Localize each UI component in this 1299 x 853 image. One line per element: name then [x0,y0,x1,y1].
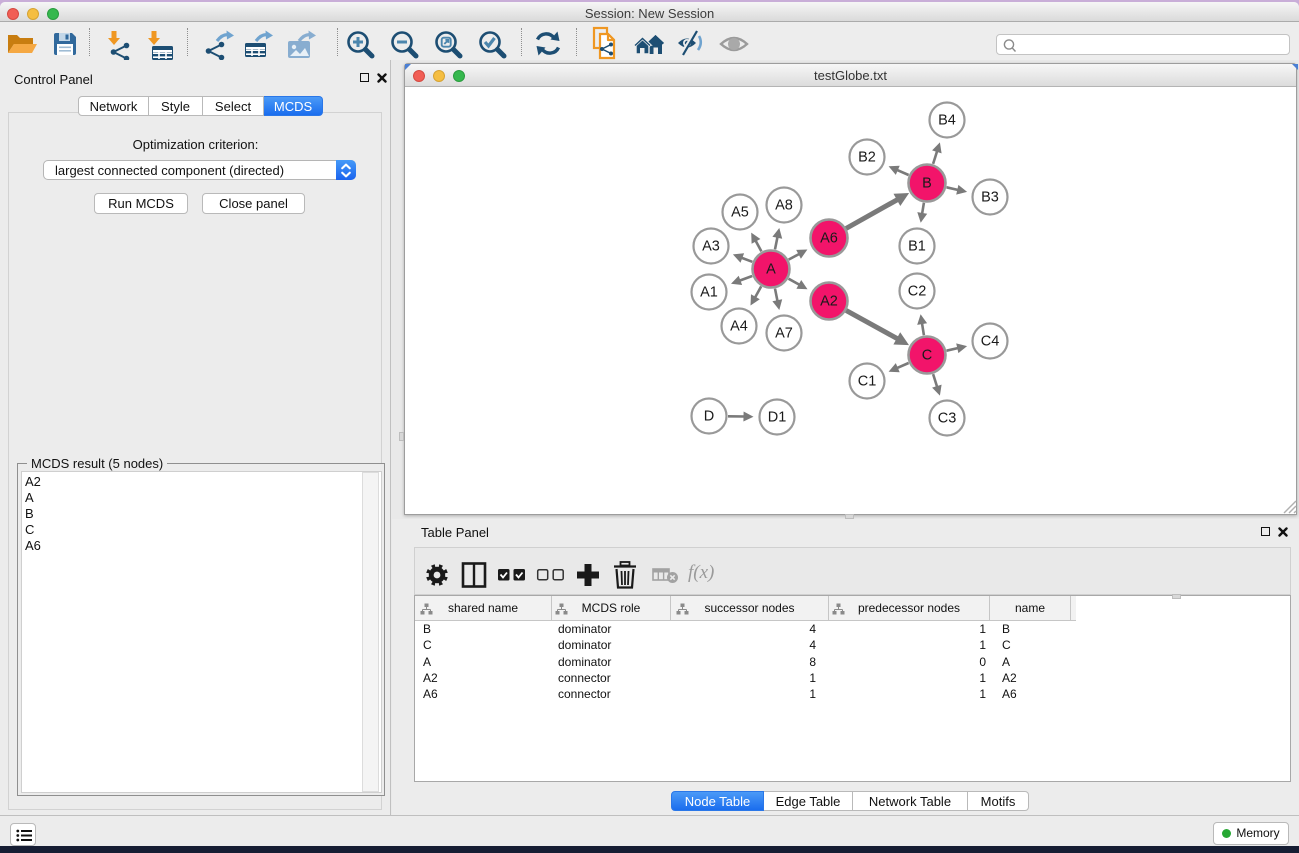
svg-text:A2: A2 [820,294,838,310]
svg-text:B1: B1 [908,239,926,255]
svg-text:A6: A6 [820,231,838,247]
svg-text:B2: B2 [858,150,876,166]
svg-text:D1: D1 [768,410,787,426]
svg-text:A3: A3 [702,239,720,255]
svg-text:B4: B4 [938,113,956,129]
svg-text:A1: A1 [700,285,718,301]
svg-text:A: A [766,262,776,278]
svg-text:A8: A8 [775,198,793,214]
svg-text:C: C [922,348,932,364]
svg-text:C1: C1 [858,374,877,390]
svg-text:B3: B3 [981,190,999,206]
svg-text:A5: A5 [731,205,749,221]
svg-text:D: D [704,409,714,425]
svg-text:A7: A7 [775,326,793,342]
svg-text:B: B [922,176,932,192]
svg-text:C2: C2 [908,284,927,300]
svg-text:C4: C4 [981,334,1000,350]
svg-text:A4: A4 [730,319,748,335]
svg-text:C3: C3 [938,411,957,427]
